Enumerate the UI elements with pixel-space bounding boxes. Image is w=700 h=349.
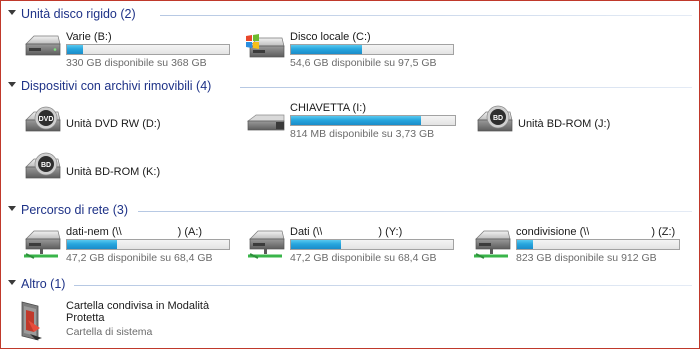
free-space-text: 47,2 GB disponibile su 68,4 GB bbox=[290, 252, 437, 264]
collapse-arrow-icon[interactable] bbox=[8, 10, 16, 15]
collapse-arrow-icon[interactable] bbox=[8, 280, 16, 285]
usage-bar-fill bbox=[67, 240, 118, 249]
group-header-network[interactable]: Percorso di rete (3) bbox=[8, 203, 692, 219]
collapse-arrow-icon[interactable] bbox=[8, 82, 16, 87]
group-title: Unità disco rigido (2) bbox=[21, 7, 136, 21]
free-space-text: 54,6 GB disponibile su 97,5 GB bbox=[290, 57, 437, 69]
redacted-mask bbox=[589, 227, 652, 238]
drive-name: Unità BD-ROM (K:) bbox=[66, 166, 161, 178]
usage-bar-fill bbox=[517, 240, 534, 249]
group-divider bbox=[240, 87, 692, 88]
group-divider bbox=[138, 211, 692, 212]
drive-name: Dati (\\) (Y:) bbox=[290, 226, 403, 238]
group-divider bbox=[160, 15, 692, 16]
folder-item-cartella-protetta[interactable]: Cartella condivisa in Modalità Protetta C… bbox=[20, 298, 260, 344]
drive-name: dati-nem (\\) (A:) bbox=[66, 226, 203, 238]
group-header-hard-drives[interactable]: Unità disco rigido (2) bbox=[8, 7, 692, 23]
redacted-mask bbox=[121, 227, 178, 238]
drive-item-varie[interactable]: Varie (B:) 330 GB disponibile su 368 GB bbox=[20, 30, 234, 70]
usb-drive-icon bbox=[244, 101, 288, 135]
bd-drive-icon: BD bbox=[20, 151, 64, 185]
free-space-text: 823 GB disponibile su 912 GB bbox=[516, 252, 657, 264]
bd-drive-icon: BD bbox=[472, 104, 516, 138]
group-title: Altro (1) bbox=[21, 277, 66, 291]
drive-item-dvd[interactable]: DVD Unità DVD RW (D:) bbox=[20, 104, 220, 144]
usage-bar-fill bbox=[291, 116, 421, 125]
svg-text:BD: BD bbox=[41, 162, 51, 169]
folder-subtitle: Cartella di sistema bbox=[66, 326, 153, 338]
windows-drive-icon bbox=[244, 30, 288, 64]
collapse-arrow-icon[interactable] bbox=[8, 206, 16, 211]
group-divider bbox=[74, 285, 692, 286]
drive-name: Disco locale (C:) bbox=[290, 31, 371, 43]
group-header-removable[interactable]: Dispositivi con archivi rimovibili (4) bbox=[8, 79, 692, 95]
svg-text:BD: BD bbox=[493, 115, 503, 122]
drive-name: Unità DVD RW (D:) bbox=[66, 118, 161, 130]
network-drive-icon bbox=[20, 225, 64, 259]
usage-bar bbox=[516, 239, 680, 250]
free-space-text: 47,2 GB disponibile su 68,4 GB bbox=[66, 252, 213, 264]
drive-name: condivisione (\\) (Z:) bbox=[516, 226, 676, 238]
svg-text:DVD: DVD bbox=[39, 116, 54, 123]
usage-bar-fill bbox=[67, 45, 84, 54]
usage-bar bbox=[290, 115, 456, 126]
usage-bar bbox=[290, 44, 454, 55]
group-title: Percorso di rete (3) bbox=[21, 203, 128, 217]
drive-item-bd-j[interactable]: BD Unità BD-ROM (J:) bbox=[472, 104, 672, 144]
drive-name: Unità BD-ROM (J:) bbox=[518, 118, 611, 130]
free-space-text: 330 GB disponibile su 368 GB bbox=[66, 57, 207, 69]
dvd-drive-icon: DVD bbox=[20, 104, 64, 138]
usage-bar bbox=[66, 44, 230, 55]
usage-bar bbox=[290, 239, 454, 250]
network-item-dati-nem[interactable]: dati-nem (\\) (A:) 47,2 GB disponibile s… bbox=[20, 225, 234, 265]
drive-item-chiavetta[interactable]: CHIAVETTA (I:) 814 MB disponibile su 3,7… bbox=[244, 101, 458, 141]
protected-folder-icon bbox=[20, 298, 50, 342]
drive-item-bd-k[interactable]: BD Unità BD-ROM (K:) bbox=[20, 151, 220, 191]
group-header-other[interactable]: Altro (1) bbox=[8, 277, 692, 293]
folder-name: Cartella condivisa in Modalità Protetta bbox=[66, 300, 210, 324]
usage-bar-fill bbox=[291, 45, 363, 54]
redacted-mask bbox=[322, 227, 379, 238]
usage-bar-fill bbox=[291, 240, 342, 249]
group-title: Dispositivi con archivi rimovibili (4) bbox=[21, 79, 212, 93]
network-item-dati[interactable]: Dati (\\) (Y:) 47,2 GB disponibile su 68… bbox=[244, 225, 458, 265]
network-item-condivisione[interactable]: condivisione (\\) (Z:) 823 GB disponibil… bbox=[470, 225, 690, 265]
drive-item-disco-locale[interactable]: Disco locale (C:) 54,6 GB disponibile su… bbox=[244, 30, 458, 70]
network-drive-icon bbox=[244, 225, 288, 259]
usage-bar bbox=[66, 239, 230, 250]
drive-name: Varie (B:) bbox=[66, 31, 112, 43]
free-space-text: 814 MB disponibile su 3,73 GB bbox=[290, 128, 435, 140]
drive-name: CHIAVETTA (I:) bbox=[290, 102, 366, 114]
hard-drive-icon bbox=[20, 30, 64, 64]
network-drive-icon bbox=[470, 225, 514, 259]
